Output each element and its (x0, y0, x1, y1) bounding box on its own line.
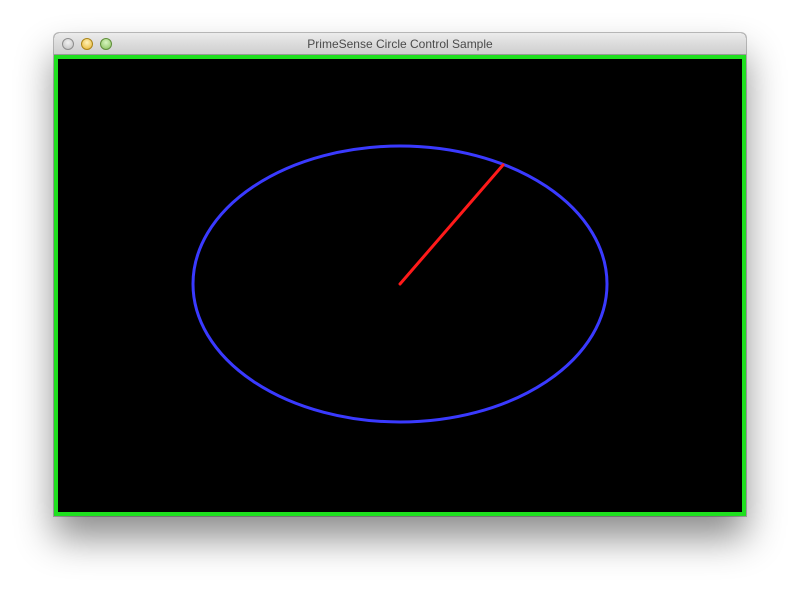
circle-control-canvas[interactable] (54, 55, 746, 516)
app-window: PrimeSense Circle Control Sample (54, 33, 746, 516)
canvas-drawing (54, 55, 746, 516)
window-title: PrimeSense Circle Control Sample (307, 37, 493, 51)
title-bar[interactable]: PrimeSense Circle Control Sample (54, 33, 746, 55)
